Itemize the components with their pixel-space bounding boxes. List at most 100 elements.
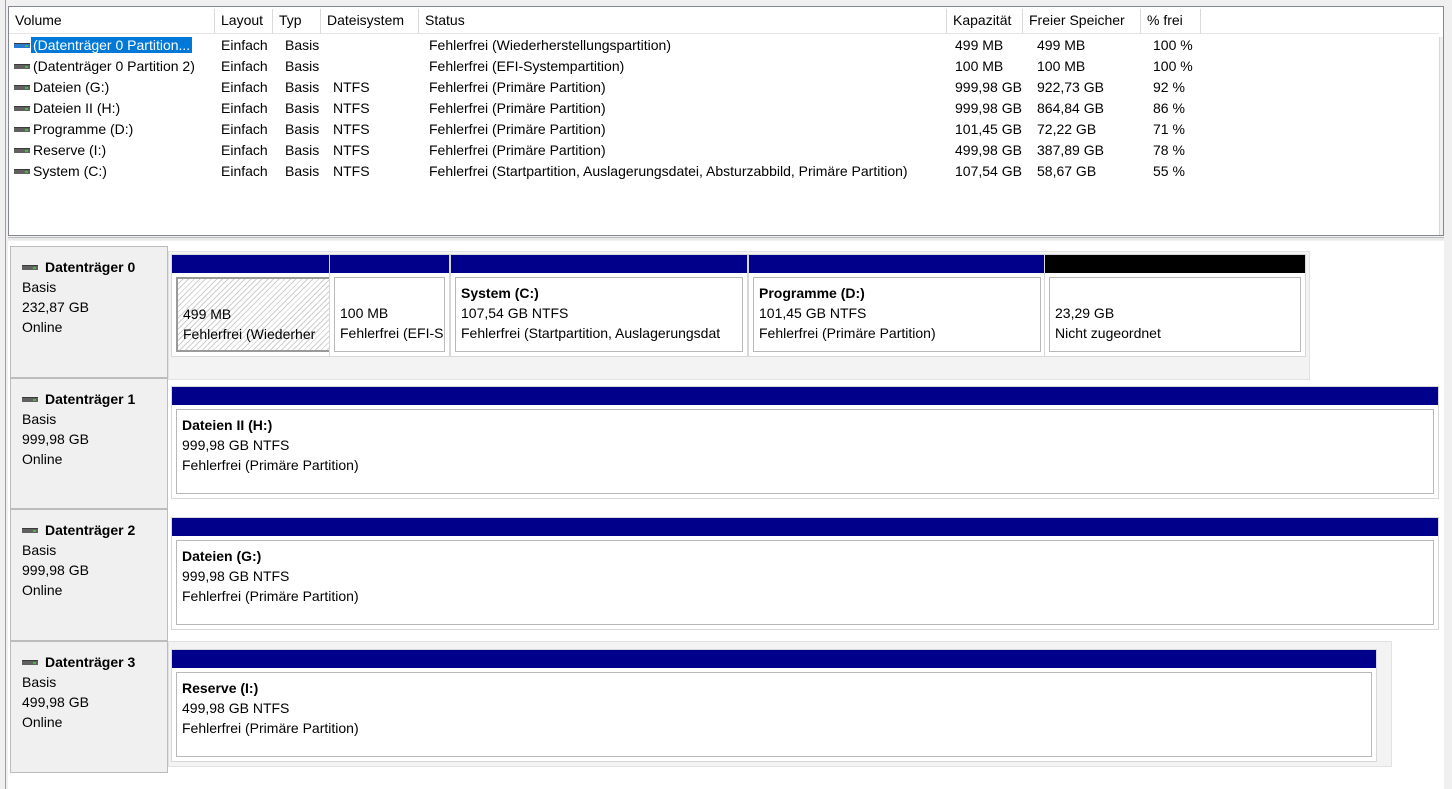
drive-icon bbox=[14, 105, 30, 111]
disk-icon bbox=[22, 396, 38, 402]
volume-kap-cell: 999,98 GB bbox=[955, 100, 1022, 116]
volume-typ-cell: Basis bbox=[285, 37, 320, 53]
partition-info: Reserve (I:) 499,98 GB NTFS Fehlerfrei (Pr… bbox=[176, 672, 1372, 757]
disk-label[interactable]: Datenträger 3 Basis 499,98 GB Online bbox=[10, 641, 168, 773]
volume-fs-cell: NTFS bbox=[333, 79, 370, 95]
volume-typ-cell: Basis bbox=[285, 142, 320, 158]
volume-name: System (C:) bbox=[33, 163, 107, 179]
disk-name: Datenträger 2 bbox=[22, 520, 167, 540]
volume-fs-cell: NTFS bbox=[333, 100, 370, 116]
volume-row[interactable]: (Datenträger 0 Partition 2) Einfach Basis F… bbox=[9, 56, 1439, 77]
drive-icon bbox=[14, 42, 30, 48]
left-border bbox=[0, 0, 6, 789]
volume-frei-cell: 387,89 GB bbox=[1037, 142, 1104, 158]
volume-pct-cell: 86 % bbox=[1153, 100, 1185, 116]
col-header-freier-speicher[interactable]: Freier Speicher bbox=[1023, 9, 1141, 33]
partition-block[interactable]: System (C:) 107,54 GB NTFS Fehlerfrei (Sta… bbox=[450, 254, 748, 357]
volume-kap-cell: 499 MB bbox=[955, 37, 1004, 53]
partition-status: Nicht zugeordnet bbox=[1055, 325, 1161, 341]
partition-block[interactable]: 100 MB Fehlerfrei (EFI-S bbox=[329, 254, 450, 357]
disk-label[interactable]: Datenträger 0 Basis 232,87 GB Online bbox=[10, 246, 168, 378]
disk-type: Basis bbox=[22, 674, 57, 690]
disk-type: Basis bbox=[22, 542, 57, 558]
volume-name-cell: (Datenträger 0 Partition 2) bbox=[14, 58, 195, 74]
disk-size: 999,98 GB bbox=[22, 562, 89, 578]
volume-status-cell: Fehlerfrei (Primäre Partition) bbox=[429, 121, 606, 137]
partition-title: System (C:) bbox=[461, 285, 539, 301]
vertical-scrollbar[interactable] bbox=[1439, 37, 1443, 235]
disk-name-text: Datenträger 2 bbox=[45, 522, 136, 538]
volume-pct-cell: 78 % bbox=[1153, 142, 1185, 158]
col-header-kapazitaet[interactable]: Kapazität bbox=[947, 9, 1023, 33]
partition-block[interactable]: 499 MB Fehlerfrei (Wiederher bbox=[171, 254, 349, 357]
disk-size: 499,98 GB bbox=[22, 694, 89, 710]
drive-icon bbox=[14, 84, 30, 90]
volume-row[interactable]: Reserve (I:) Einfach Basis NTFS Fehlerfrei (… bbox=[9, 140, 1439, 161]
volume-name: (Datenträger 0 Partition... bbox=[31, 37, 193, 53]
col-header-status[interactable]: Status bbox=[419, 9, 947, 33]
disk-size: 999,98 GB bbox=[22, 431, 89, 447]
partition-status: Fehlerfrei (Primäre Partition) bbox=[759, 325, 936, 341]
partition-title: Dateien II (H:) bbox=[182, 417, 273, 433]
pane-splitter[interactable] bbox=[8, 237, 1444, 240]
partition-size: 107,54 GB NTFS bbox=[461, 305, 569, 321]
volume-frei-cell: 72,22 GB bbox=[1037, 121, 1097, 137]
disk-name-text: Datenträger 3 bbox=[45, 654, 136, 670]
volume-kap-cell: 107,54 GB bbox=[955, 163, 1022, 179]
volume-layout-cell: Einfach bbox=[221, 142, 268, 158]
disk-label[interactable]: Datenträger 2 Basis 999,98 GB Online bbox=[10, 509, 168, 641]
partition-block[interactable]: 23,29 GB Nicht zugeordnet bbox=[1044, 254, 1306, 357]
volume-fs-cell: NTFS bbox=[333, 142, 370, 158]
volume-status-cell: Fehlerfrei (EFI-Systempartition) bbox=[429, 58, 625, 74]
partition-info: System (C:) 107,54 GB NTFS Fehlerfrei (Sta… bbox=[455, 277, 743, 352]
volume-status-cell: Fehlerfrei (Primäre Partition) bbox=[429, 79, 606, 95]
partition-block[interactable]: Programme (D:) 101,45 GB NTFS Fehlerfrei (… bbox=[748, 254, 1046, 357]
partition-status: Fehlerfrei (Primäre Partition) bbox=[182, 720, 359, 736]
partition-size: 999,98 GB NTFS bbox=[182, 568, 290, 584]
volume-row[interactable]: (Datenträger 0 Partition... Einfach Basis F… bbox=[9, 35, 1439, 56]
partition-size: 499,98 GB NTFS bbox=[182, 700, 290, 716]
volume-name: Programme (D:) bbox=[33, 121, 134, 137]
header-separator bbox=[9, 33, 1439, 34]
volume-frei-cell: 100 MB bbox=[1037, 58, 1086, 74]
partition-bar bbox=[172, 387, 1438, 405]
volume-row[interactable]: System (C:) Einfach Basis NTFS Fehlerfrei (S… bbox=[9, 161, 1439, 182]
drive-icon bbox=[14, 147, 30, 153]
volume-frei-cell: 499 MB bbox=[1037, 37, 1086, 53]
volume-row[interactable]: Dateien II (H:) Einfach Basis NTFS Fehlerfre… bbox=[9, 98, 1439, 119]
partition-status: Fehlerfrei (Primäre Partition) bbox=[182, 457, 359, 473]
volume-pct-cell: 55 % bbox=[1153, 163, 1185, 179]
partition-bar bbox=[451, 255, 747, 273]
disk-graph-pane: Datenträger 0 Basis 232,87 GB Online 499 MB F… bbox=[8, 241, 1444, 789]
volume-layout-cell: Einfach bbox=[221, 163, 268, 179]
partition-block[interactable]: Dateien (G:) 999,98 GB NTFS Fehlerfrei (Pr… bbox=[171, 517, 1439, 630]
volume-list[interactable]: Volume Layout Typ Dateisystem Status Kap… bbox=[8, 6, 1444, 236]
col-header-layout[interactable]: Layout bbox=[215, 9, 273, 33]
disk-name: Datenträger 1 bbox=[22, 389, 167, 409]
col-header-prozent-frei[interactable]: % frei bbox=[1141, 9, 1201, 33]
disk-name-text: Datenträger 1 bbox=[45, 391, 136, 407]
partition-title: Dateien (G:) bbox=[182, 548, 262, 564]
partition-block[interactable]: Dateien II (H:) 999,98 GB NTFS Fehlerfrei … bbox=[171, 386, 1439, 499]
disk-label[interactable]: Datenträger 1 Basis 999,98 GB Online bbox=[10, 378, 168, 509]
col-header-volume[interactable]: Volume bbox=[9, 9, 215, 33]
volume-pct-cell: 100 % bbox=[1153, 58, 1193, 74]
volume-pct-cell: 71 % bbox=[1153, 121, 1185, 137]
partition-block[interactable]: Reserve (I:) 499,98 GB NTFS Fehlerfrei (Pr… bbox=[171, 649, 1377, 762]
partition-info: Dateien II (H:) 999,98 GB NTFS Fehlerfrei … bbox=[176, 409, 1434, 494]
partition-status: Fehlerfrei (EFI-S bbox=[340, 325, 444, 341]
volume-row[interactable]: Dateien (G:) Einfach Basis NTFS Fehlerfrei (… bbox=[9, 77, 1439, 98]
col-header-dateisystem[interactable]: Dateisystem bbox=[321, 9, 419, 33]
disk-name: Datenträger 0 bbox=[22, 257, 167, 277]
volume-frei-cell: 58,67 GB bbox=[1037, 163, 1097, 179]
volume-layout-cell: Einfach bbox=[221, 100, 268, 116]
volume-typ-cell: Basis bbox=[285, 79, 320, 95]
partition-info: Dateien (G:) 999,98 GB NTFS Fehlerfrei (Pr… bbox=[176, 540, 1434, 625]
disk-state: Online bbox=[22, 582, 63, 598]
partition-size: 999,98 GB NTFS bbox=[182, 437, 290, 453]
col-header-typ[interactable]: Typ bbox=[273, 9, 321, 33]
partition-title: Reserve (I:) bbox=[182, 680, 259, 696]
volume-row[interactable]: Programme (D:) Einfach Basis NTFS Fehlerfrei… bbox=[9, 119, 1439, 140]
volume-typ-cell: Basis bbox=[285, 163, 320, 179]
disk-row-0: Datenträger 0 Basis 232,87 GB Online 499 MB F… bbox=[8, 246, 1444, 380]
